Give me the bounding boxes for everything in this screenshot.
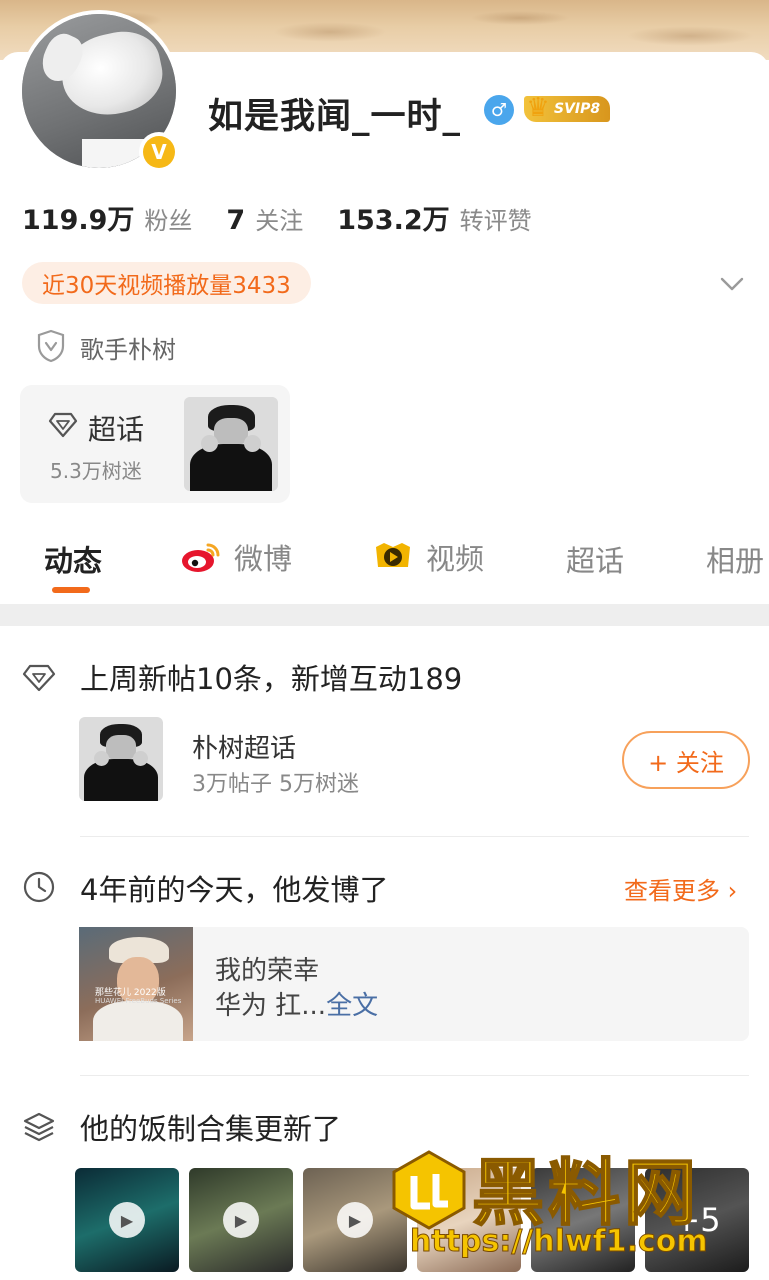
layers-icon <box>23 1112 55 1142</box>
tab-label: 相册 <box>706 544 765 578</box>
memory-title: 4年前的今天，他发博了 <box>80 873 389 907</box>
watermark: 黑料网 https://hlwf1.com <box>392 1140 762 1270</box>
play-icon: ▶ <box>109 1202 145 1238</box>
diamond-icon <box>22 664 56 692</box>
tab-weibo[interactable]: 微博 <box>180 536 292 578</box>
thumbnail-subcaption: HUAWEI FreeBuds Series <box>95 997 182 1005</box>
divider <box>80 1075 749 1076</box>
verified-v-icon: V <box>143 136 175 168</box>
fans-count[interactable]: 119.9万 <box>22 198 134 237</box>
verified-badge-icon: V <box>139 132 179 172</box>
tab-dynamics[interactable]: 动态 <box>44 538 102 580</box>
full-text-link[interactable]: 全文 <box>326 991 378 1021</box>
crown-icon: ♛ <box>526 93 550 123</box>
supertopic-title: 超话 <box>88 413 145 446</box>
chevron-down-icon[interactable] <box>718 270 746 298</box>
memory-post-thumbnail: 那些花儿 2022版 HUAWEI FreeBuds Series <box>79 927 193 1041</box>
fans-label[interactable]: 粉丝 <box>144 201 192 236</box>
weekly-update-title: 上周新帖10条，新增互动189 <box>80 662 463 696</box>
divider <box>80 836 749 837</box>
svip-badge[interactable]: ♛ SVIP8 <box>524 93 611 123</box>
svip-badge-label: SVIP8 <box>554 101 601 117</box>
tab-label: 视频 <box>426 542 485 576</box>
interactions-count: 153.2万 <box>337 205 450 236</box>
weibo-icon <box>182 543 220 572</box>
male-icon: ♂ <box>484 95 514 125</box>
shield-icon <box>37 329 65 363</box>
interactions-label: 转评赞 <box>459 207 532 235</box>
watermark-logo-icon <box>392 1150 466 1230</box>
tab-album[interactable]: 相册 <box>706 538 764 580</box>
clock-icon <box>23 871 55 903</box>
section-divider <box>0 604 769 626</box>
supertopic-fans: 5.3万树迷 <box>50 459 142 483</box>
active-tab-indicator <box>52 587 90 593</box>
video-play-icon <box>376 543 410 567</box>
tab-label: 超话 <box>566 544 625 578</box>
certification-text: 歌手朴树 <box>80 336 176 364</box>
person-photo <box>79 717 163 801</box>
see-more-link[interactable]: 查看更多 › <box>624 871 737 906</box>
following-label[interactable]: 关注 <box>255 201 303 236</box>
watermark-url: https://hlwf1.com <box>410 1224 709 1260</box>
supertopic-thumbnail <box>184 397 278 491</box>
tab-video[interactable]: 视频 <box>372 536 484 578</box>
topic-meta: 3万帖子 5万树迷 <box>192 772 359 797</box>
follow-button[interactable]: + 关注 <box>622 731 750 789</box>
play-icon: ▶ <box>223 1202 259 1238</box>
username: 如是我闻_一时_ <box>208 97 462 137</box>
profile-tabs: 动态 微博 视频 超话 相册 <box>0 530 769 590</box>
diamond-icon <box>48 412 78 438</box>
collection-title: 他的饭制合集更新了 <box>80 1112 342 1146</box>
collection-video-1[interactable]: ▶ <box>75 1168 179 1272</box>
following-count[interactable]: 7 <box>226 205 245 236</box>
chevron-right-icon: › <box>720 877 738 905</box>
memory-post-excerpt-text: 华为 扛... <box>215 991 327 1021</box>
person-photo <box>184 397 278 491</box>
play-icon: ▶ <box>337 1202 373 1238</box>
tab-label: 动态 <box>44 544 103 578</box>
see-more-label: 查看更多 <box>624 877 720 905</box>
tab-supertopic[interactable]: 超话 <box>566 538 624 580</box>
stats-row: 119.9万 粉丝 7 关注 153.2万 转评赞 <box>22 198 566 237</box>
memory-post-text: 我的荣幸 <box>215 956 320 986</box>
memory-post-excerpt: 华为 扛...全文 <box>215 985 378 1022</box>
tab-label: 微博 <box>234 542 293 576</box>
topic-thumbnail[interactable] <box>79 717 163 801</box>
topic-name[interactable]: 朴树超话 <box>192 728 296 765</box>
video-play-count-pill[interactable]: 近30天视频播放量3433 <box>22 262 311 304</box>
collection-video-2[interactable]: ▶ <box>189 1168 293 1272</box>
